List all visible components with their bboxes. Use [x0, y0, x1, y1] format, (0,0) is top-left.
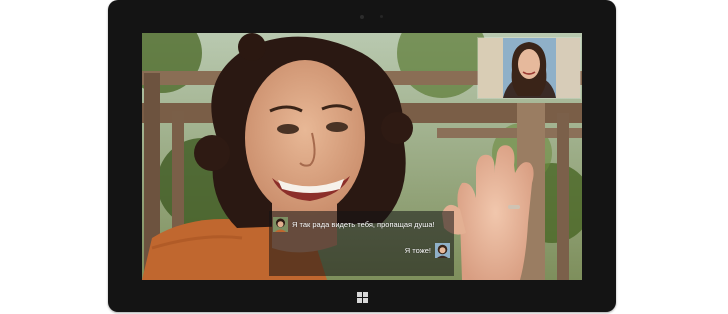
video-call-screen[interactable]: Я так рада видеть тебя, пропащая душа! Я… — [142, 33, 582, 280]
windows-logo-icon[interactable] — [357, 292, 368, 303]
self-avatar — [435, 243, 450, 258]
front-camera — [360, 15, 364, 19]
light-sensor — [380, 15, 383, 18]
tablet-device: Я так рада видеть тебя, пропащая душа! Я… — [108, 0, 616, 312]
self-view-video[interactable] — [477, 37, 581, 99]
remote-avatar — [273, 217, 288, 232]
chat-message-outgoing[interactable]: Я тоже! — [405, 243, 450, 258]
chat-message-text: Я тоже! — [404, 246, 431, 255]
self-view-image — [478, 38, 580, 98]
chat-message-text: Я так рада видеть тебя, пропащая душа! — [292, 220, 435, 229]
chat-overlay: Я так рада видеть тебя, пропащая душа! Я… — [269, 211, 454, 276]
chat-message-incoming[interactable]: Я так рада видеть тебя, пропащая душа! — [273, 217, 435, 232]
